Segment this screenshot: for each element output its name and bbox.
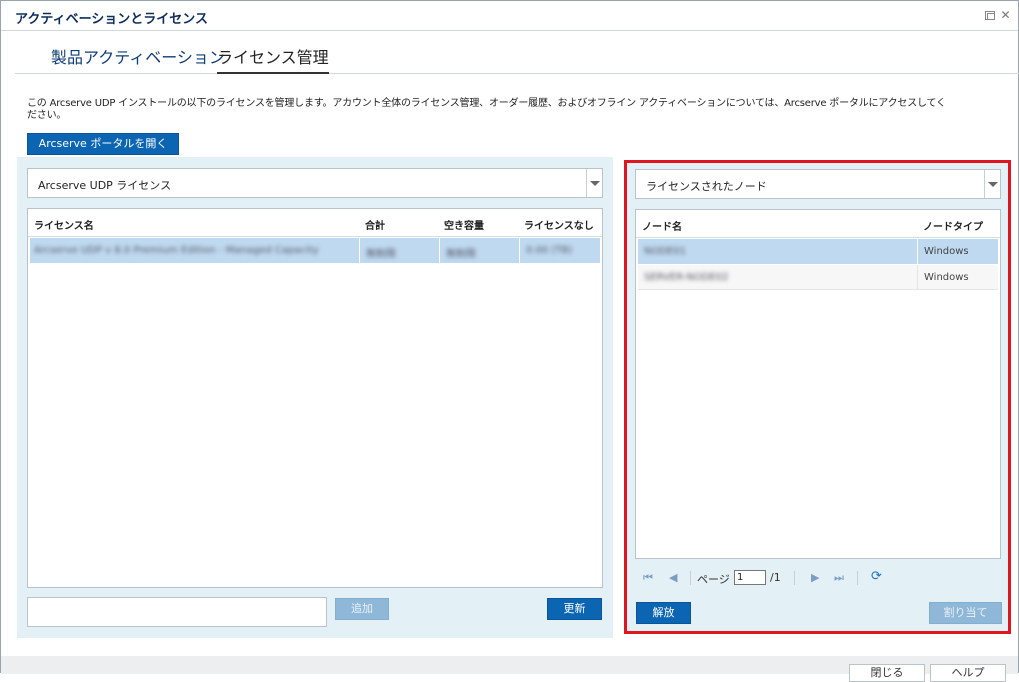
first-page-icon[interactable]: ⏮ xyxy=(643,571,653,585)
row-license-name: Arcserve UDP v 8.0 Premium Edition - Man… xyxy=(34,245,319,256)
row-free: 無制限 xyxy=(446,249,476,260)
node-grid: ノード名 ノードタイプ NODE01 Windows SERVER-NODE02… xyxy=(635,209,1001,559)
open-portal-button[interactable]: Arcserve ポータルを開く xyxy=(27,133,179,155)
license-type-select-value: Arcserve UDP ライセンス xyxy=(38,179,172,192)
column-total[interactable]: 合計 xyxy=(365,217,385,232)
title-bar: アクティベーションとライセンス ✕ xyxy=(1,1,1018,31)
dialog-footer: 閉じる ヘルプ xyxy=(1,656,1018,682)
page-total: /1 xyxy=(770,571,781,584)
chevron-down-icon[interactable] xyxy=(984,170,1000,198)
column-node-name[interactable]: ノード名 xyxy=(642,218,682,233)
description-text: この Arcserve UDP インストールの以下のライセンスを管理します。アカ… xyxy=(27,98,946,121)
tab-bar: 製品アクティベーション ライセンス管理 xyxy=(15,32,1019,74)
column-license-name[interactable]: ライセンス名 xyxy=(34,217,94,232)
license-type-select[interactable]: Arcserve UDP ライセンス xyxy=(27,168,603,198)
activation-license-dialog: アクティベーションとライセンス ✕ 製品アクティベーション ライセンス管理 この… xyxy=(0,0,1019,682)
license-panel: Arcserve UDP ライセンス ライセンス名 合計 空き容量 ライセンスな… xyxy=(17,157,613,638)
row-node-type: Windows xyxy=(924,246,969,257)
license-grid: ライセンス名 合計 空き容量 ライセンスなし Arcserve UDP v 8.… xyxy=(27,208,603,588)
license-grid-header: ライセンス名 合計 空き容量 ライセンスなし xyxy=(28,209,602,237)
column-free-capacity[interactable]: 空き容量 xyxy=(444,217,484,232)
restore-icon[interactable] xyxy=(985,11,995,20)
prev-page-icon[interactable]: ◀ xyxy=(669,571,677,584)
node-grid-header: ノード名 ノードタイプ xyxy=(636,210,1000,238)
dialog-title: アクティベーションとライセンス xyxy=(15,12,209,27)
refresh-icon[interactable]: ⟳ xyxy=(871,569,882,584)
row-node-name: NODE01 xyxy=(644,246,687,257)
table-row[interactable]: SERVER-NODE02 Windows xyxy=(638,265,998,290)
close-button[interactable]: 閉じる xyxy=(849,664,925,682)
next-page-icon[interactable]: ▶ xyxy=(811,571,819,584)
tab-license-management[interactable]: ライセンス管理 xyxy=(217,44,329,74)
help-button[interactable]: ヘルプ xyxy=(930,664,1006,682)
licensed-nodes-panel: ライセンスされたノード ノード名 ノードタイプ NODE01 Windows S… xyxy=(624,160,1011,634)
chevron-down-icon[interactable] xyxy=(586,169,602,197)
pagination-toolbar: ⏮ ◀ ページ 1 /1 ▶ ⏭ ⟳ xyxy=(635,568,995,590)
row-total: 無制限 xyxy=(366,249,396,260)
node-filter-select-value: ライセンスされたノード xyxy=(646,180,767,193)
close-icon[interactable]: ✕ xyxy=(999,9,1012,22)
table-row[interactable]: Arcserve UDP v 8.0 Premium Edition - Man… xyxy=(30,238,600,263)
page-number-input[interactable]: 1 xyxy=(734,570,766,585)
release-button[interactable]: 解放 xyxy=(636,602,691,624)
add-button[interactable]: 追加 xyxy=(335,598,389,620)
node-filter-select[interactable]: ライセンスされたノード xyxy=(635,169,1001,199)
title-bar-controls: ✕ xyxy=(985,9,1012,22)
row-node-type: Windows xyxy=(924,272,969,283)
assign-button[interactable]: 割り当て xyxy=(929,602,1002,624)
license-key-input[interactable] xyxy=(27,597,327,627)
dialog-content: 製品アクティベーション ライセンス管理 この Arcserve UDP インスト… xyxy=(5,32,1019,654)
page-label: ページ xyxy=(697,573,730,586)
tab-product-activation[interactable]: 製品アクティベーション xyxy=(51,44,225,74)
last-page-icon[interactable]: ⏭ xyxy=(834,571,844,585)
column-unlicensed[interactable]: ライセンスなし xyxy=(524,217,594,232)
row-node-name: SERVER-NODE02 xyxy=(644,272,729,283)
column-node-type[interactable]: ノードタイプ xyxy=(923,218,983,233)
refresh-button[interactable]: 更新 xyxy=(547,598,602,620)
table-row[interactable]: NODE01 Windows xyxy=(638,239,998,264)
row-unlicensed: 0.00 (TB) xyxy=(526,245,573,256)
